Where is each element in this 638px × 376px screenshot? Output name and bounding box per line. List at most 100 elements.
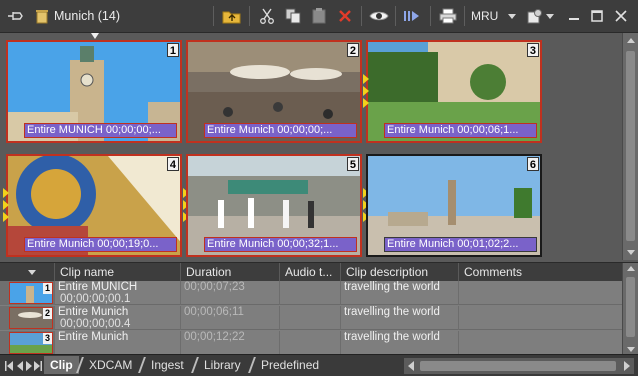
cell-clip-name: Entire Munich [55,331,181,355]
cell-duration: 00;00;06;11 [181,306,280,330]
list-scrollbar[interactable] [622,263,638,355]
horizontal-scrollbar[interactable] [404,358,634,374]
clip-number: 6 [526,157,539,171]
thumbnail-scrollbar[interactable] [622,33,638,260]
cell-comments [459,281,622,305]
clip-number: 4 [166,157,179,171]
cell-duration: 00;00;07;23 [181,281,280,305]
bin-title-text: Munich (14) [54,9,120,23]
print-icon[interactable] [436,5,460,27]
clip-label: Entire Munich 00;00;06;1... [384,123,537,138]
scrollbar-thumb[interactable] [626,277,635,337]
tab-predefined[interactable]: Predefined [255,356,325,374]
cell-comments [459,306,622,330]
clip-name-text: Entire MUNICH [58,281,138,293]
tab-library[interactable]: Library [198,356,247,374]
row-thumbnail: 2 [0,306,55,330]
row-number: 3 [43,333,52,344]
copy-icon[interactable] [281,5,305,27]
clip-timecode-text: 00;00;00;00.1 [60,293,131,305]
scroll-up-icon[interactable] [627,266,635,271]
bin-icon [36,9,48,23]
clip-thumbnail-5[interactable]: 5 Entire Munich 00;00;32;1... [186,154,362,257]
list-row[interactable]: 1 Entire MUNICH 00;00;00;00.1 00;00;07;2… [0,281,622,305]
clip-label: Entire Munich 00;00;19;0... [24,237,177,252]
clip-number: 1 [166,43,179,57]
clip-label: Entire Munich 00;00;32;1... [204,237,357,252]
pin-icon[interactable] [4,5,28,27]
clip-thumbnail-4[interactable]: 4 Entire Munich 00;00;19;0... [6,154,182,257]
column-header-description[interactable]: Clip description [341,263,459,281]
clip-number: 2 [346,43,359,57]
tab-first-icon[interactable] [4,359,14,373]
maximize-icon[interactable] [585,5,609,27]
row-thumbnail-image: 2 [9,307,53,329]
clip-timecode-text: 00;00;00;00.4 [60,318,131,330]
scroll-left-icon[interactable] [408,361,414,371]
bin-title: Munich (14) [36,5,120,27]
clip-thumbnail-3[interactable]: 3 Entire Munich 00;00;06;1... [366,40,542,143]
row-thumbnail-image: 1 [9,282,53,304]
cut-icon[interactable] [255,5,279,27]
column-header-duration[interactable]: Duration [181,263,280,281]
scrollbar-thumb[interactable] [420,361,616,371]
list-header: Clip name Duration Audio t... Clip descr… [0,263,622,281]
tab-clip[interactable]: Clip [44,356,79,374]
clip-list: Clip name Duration Audio t... Clip descr… [0,262,638,355]
tab-xdcam[interactable]: XDCAM [83,356,138,374]
clip-thumbnail-2[interactable]: 2 Entire Munich 00;00;00;... [186,40,362,143]
scroll-up-icon[interactable] [627,38,635,43]
row-thumbnail: 3 [0,331,55,355]
mru-label: MRU [471,9,499,23]
clip-name-text: Entire Munich [58,306,129,318]
clip-label: Entire Munich 00;01;02;2... [384,237,537,252]
clip-label: Entire MUNICH 00;00;00;... [24,123,177,138]
cell-clip-name: Entire Munich 00;00;00;00.4 [55,306,181,330]
column-header-audio[interactable]: Audio t... [280,263,341,281]
delete-icon[interactable] [333,5,357,27]
tab-ingest[interactable]: Ingest [145,356,190,374]
view-icon[interactable] [367,5,391,27]
send-icon[interactable] [401,5,425,27]
column-header-comments[interactable]: Comments [459,263,622,281]
row-thumbnail-image: 3 [9,332,53,354]
row-number: 2 [43,308,52,319]
mru-dropdown-icon [508,13,517,19]
clip-label: Entire Munich 00;00;00;... [204,123,357,138]
mru-dropdown[interactable]: MRU [471,5,517,27]
row-thumbnail: 1 [0,281,55,305]
scrollbar-thumb[interactable] [626,51,635,241]
folder-up-icon[interactable] [220,5,244,27]
clip-thumbnail-6[interactable]: 6 Entire Munich 00;01;02;2... [366,154,542,257]
cell-audio [280,331,341,355]
row-number: 1 [43,283,52,294]
marker-icon [3,188,9,198]
clip-thumbnail-1[interactable]: 1 Entire MUNICH 00;00;00;... [6,40,182,143]
clip-number: 3 [526,43,539,57]
sort-icon [28,270,36,275]
marker-icon [363,74,369,84]
scroll-right-icon[interactable] [624,361,630,371]
cell-audio [280,306,341,330]
sort-column-header[interactable] [0,263,55,281]
marker-icon [3,212,9,222]
clip-name-text: Entire Munich [58,331,129,343]
tab-last-icon[interactable] [33,359,43,373]
bin-settings-icon[interactable] [524,5,556,27]
cell-description: travelling the world [341,306,459,330]
clip-number: 5 [346,157,359,171]
marker-icon [363,86,369,96]
cell-comments [459,331,622,355]
list-row[interactable]: 3 Entire Munich 00;00;12;22 travelling t… [0,331,622,355]
cell-duration: 00;00;12;22 [181,331,280,355]
list-row[interactable]: 2 Entire Munich 00;00;00;00.4 00;00;06;1… [0,306,622,330]
scroll-down-icon[interactable] [627,250,635,255]
scroll-down-icon[interactable] [627,347,635,352]
cell-audio [280,281,341,305]
close-icon[interactable] [609,5,633,27]
paste-icon[interactable] [307,5,331,27]
bin-toolbar: Munich (14) MRU [0,0,638,33]
minimize-icon[interactable] [562,5,586,27]
column-header-clip-name[interactable]: Clip name [55,263,181,281]
thumbnail-view: 1 Entire MUNICH 00;00;00;... 2 Entire Mu… [0,33,638,260]
